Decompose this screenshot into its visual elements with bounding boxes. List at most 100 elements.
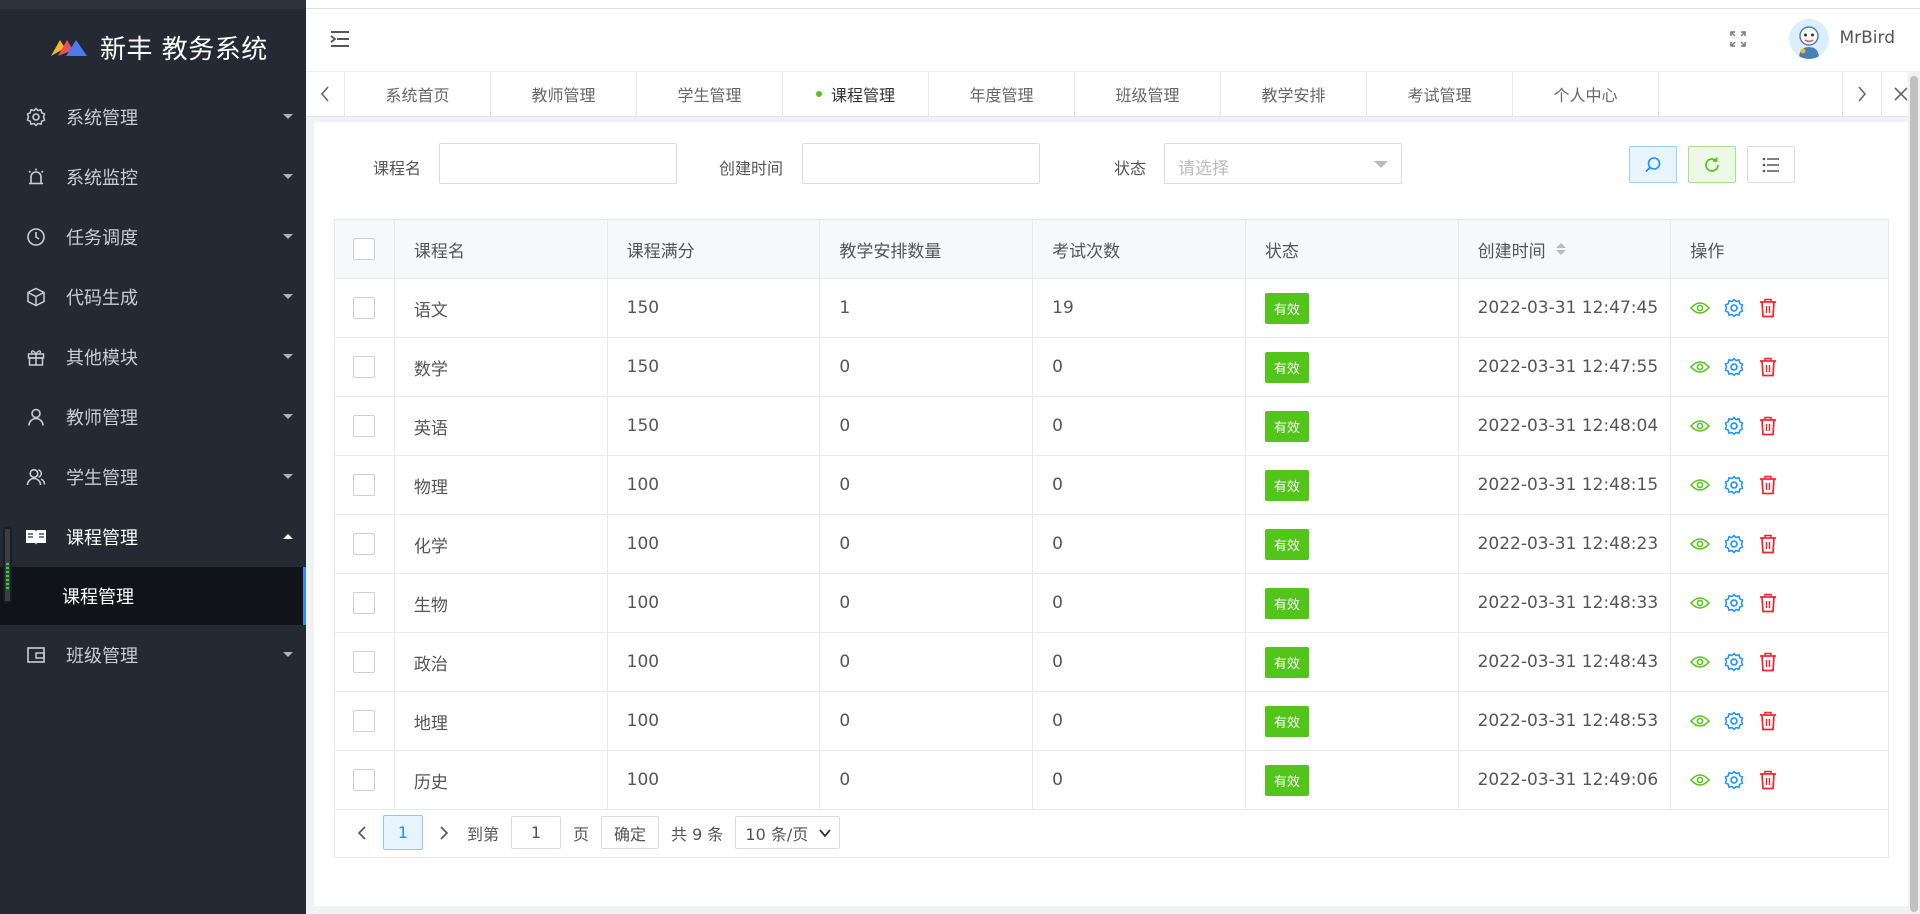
sidebar-subitem-course-management[interactable]: 课程管理 bbox=[0, 567, 306, 625]
sidebar-item-students[interactable]: 学生管理 bbox=[0, 447, 306, 507]
row-checkbox[interactable] bbox=[353, 769, 376, 791]
tab-students[interactable]: 学生管理 bbox=[637, 72, 783, 116]
delete-icon[interactable] bbox=[1758, 770, 1778, 790]
gift-icon bbox=[25, 346, 47, 368]
view-icon[interactable] bbox=[1690, 711, 1711, 731]
chevron-down-icon bbox=[283, 174, 293, 179]
course-name-input[interactable] bbox=[439, 143, 677, 184]
edit-gear-icon[interactable] bbox=[1724, 416, 1744, 436]
edit-gear-icon[interactable] bbox=[1724, 534, 1744, 554]
delete-icon[interactable] bbox=[1758, 534, 1778, 554]
row-checkbox[interactable] bbox=[353, 356, 376, 378]
column-header-created[interactable]: 创建时间 bbox=[1459, 220, 1672, 278]
status-badge: 有效 bbox=[1264, 292, 1309, 324]
sidebar-item-system[interactable]: 系统管理 bbox=[0, 87, 306, 147]
search-button[interactable] bbox=[1629, 146, 1677, 183]
edit-gear-icon[interactable] bbox=[1724, 652, 1744, 672]
tab-classes[interactable]: 班级管理 bbox=[1075, 72, 1221, 116]
delete-icon[interactable] bbox=[1758, 652, 1778, 672]
sidebar-item-courses[interactable]: 课程管理 bbox=[0, 507, 306, 567]
view-icon[interactable] bbox=[1690, 298, 1711, 318]
next-page-button[interactable] bbox=[429, 818, 459, 848]
edit-gear-icon[interactable] bbox=[1724, 770, 1744, 790]
edit-gear-icon[interactable] bbox=[1724, 475, 1744, 495]
edit-gear-icon[interactable] bbox=[1724, 711, 1744, 731]
sidebar-item-teachers[interactable]: 教师管理 bbox=[0, 387, 306, 447]
row-checkbox[interactable] bbox=[353, 297, 376, 319]
confirm-page-button[interactable]: 确定 bbox=[601, 816, 660, 849]
prev-page-button[interactable] bbox=[347, 818, 377, 848]
total-count: 共 9 条 bbox=[671, 824, 724, 844]
sidebar-item-codegen[interactable]: 代码生成 bbox=[0, 267, 306, 327]
tab-years[interactable]: 年度管理 bbox=[929, 72, 1075, 116]
cell-full-score: 150 bbox=[608, 279, 821, 337]
tab-scroll-right-button[interactable] bbox=[1842, 72, 1881, 116]
username[interactable]: MrBird bbox=[1839, 28, 1895, 48]
goto-page-input[interactable]: 1 bbox=[511, 816, 562, 849]
view-icon[interactable] bbox=[1690, 770, 1711, 790]
fullscreen-icon[interactable] bbox=[1730, 31, 1746, 52]
sidebar-item-classes[interactable]: 班级管理 bbox=[0, 625, 306, 685]
row-checkbox[interactable] bbox=[353, 415, 376, 437]
page-size-select[interactable]: 10 条/页 bbox=[735, 816, 841, 849]
tab-courses[interactable]: 课程管理 bbox=[783, 72, 929, 116]
edit-gear-icon[interactable] bbox=[1724, 357, 1744, 377]
delete-icon[interactable] bbox=[1758, 298, 1778, 318]
row-checkbox[interactable] bbox=[353, 651, 376, 673]
sidebar-item-scheduler[interactable]: 任务调度 bbox=[0, 207, 306, 267]
search-form: 课程名 创建时间 状态 请选择 bbox=[314, 143, 1908, 185]
menu-collapse-icon[interactable] bbox=[330, 30, 350, 53]
created-time-input[interactable] bbox=[802, 143, 1040, 184]
sidebar-item-other[interactable]: 其他模块 bbox=[0, 327, 306, 387]
edit-gear-icon[interactable] bbox=[1724, 593, 1744, 613]
chevron-down-icon bbox=[283, 234, 293, 239]
delete-icon[interactable] bbox=[1758, 475, 1778, 495]
sidebar-scroll-handle[interactable] bbox=[3, 527, 12, 603]
status-select[interactable]: 请选择 bbox=[1164, 143, 1402, 184]
page-number[interactable]: 1 bbox=[383, 815, 423, 850]
select-all-checkbox[interactable] bbox=[353, 238, 376, 260]
sidebar-item-label: 系统监控 bbox=[66, 168, 138, 189]
view-icon[interactable] bbox=[1690, 593, 1711, 613]
app-logo[interactable]: 新丰 教务系统 bbox=[49, 28, 268, 66]
avatar[interactable] bbox=[1789, 19, 1829, 59]
delete-icon[interactable] bbox=[1758, 593, 1778, 613]
view-icon[interactable] bbox=[1690, 652, 1711, 672]
reset-button[interactable] bbox=[1688, 146, 1736, 183]
edit-gear-icon[interactable] bbox=[1724, 298, 1744, 318]
table-row: 政治 100 0 0 有效 2022-03-31 12:48:43 bbox=[335, 633, 1888, 692]
view-icon[interactable] bbox=[1690, 416, 1711, 436]
row-checkbox[interactable] bbox=[353, 474, 376, 496]
view-icon[interactable] bbox=[1690, 534, 1711, 554]
row-checkbox[interactable] bbox=[353, 533, 376, 555]
view-icon[interactable] bbox=[1690, 357, 1711, 377]
chevron-up-icon bbox=[283, 534, 293, 539]
cell-plan-count: 0 bbox=[820, 633, 1034, 691]
delete-icon[interactable] bbox=[1758, 416, 1778, 436]
tab-scroll-left-button[interactable] bbox=[306, 72, 345, 116]
tab-exams[interactable]: 考试管理 bbox=[1367, 72, 1513, 116]
row-checkbox[interactable] bbox=[353, 710, 376, 732]
list-icon bbox=[1762, 157, 1779, 172]
tab-profile[interactable]: 个人中心 bbox=[1513, 72, 1659, 116]
cell-course-name: 历史 bbox=[395, 751, 608, 809]
column-header: 状态 bbox=[1246, 220, 1459, 278]
sidebar-item-monitor[interactable]: 系统监控 bbox=[0, 147, 306, 207]
page-scrollbar[interactable] bbox=[1908, 72, 1920, 914]
top-header: MrBird bbox=[306, 9, 1920, 72]
cell-actions bbox=[1671, 751, 1888, 809]
view-icon[interactable] bbox=[1690, 475, 1711, 495]
goto-label: 到第 bbox=[467, 824, 500, 844]
tab-home[interactable]: 系统首页 bbox=[345, 72, 491, 116]
cell-exam-count: 19 bbox=[1033, 279, 1246, 337]
delete-icon[interactable] bbox=[1758, 357, 1778, 377]
status-badge: 有效 bbox=[1264, 587, 1309, 619]
tab-teachers[interactable]: 教师管理 bbox=[491, 72, 637, 116]
tab-schedules[interactable]: 教学安排 bbox=[1221, 72, 1367, 116]
sort-icon[interactable] bbox=[1555, 243, 1566, 255]
column-settings-button[interactable] bbox=[1747, 146, 1795, 183]
column-header: 课程满分 bbox=[608, 220, 821, 278]
delete-icon[interactable] bbox=[1758, 711, 1778, 731]
row-checkbox[interactable] bbox=[353, 592, 376, 614]
cell-plan-count: 0 bbox=[820, 397, 1034, 455]
